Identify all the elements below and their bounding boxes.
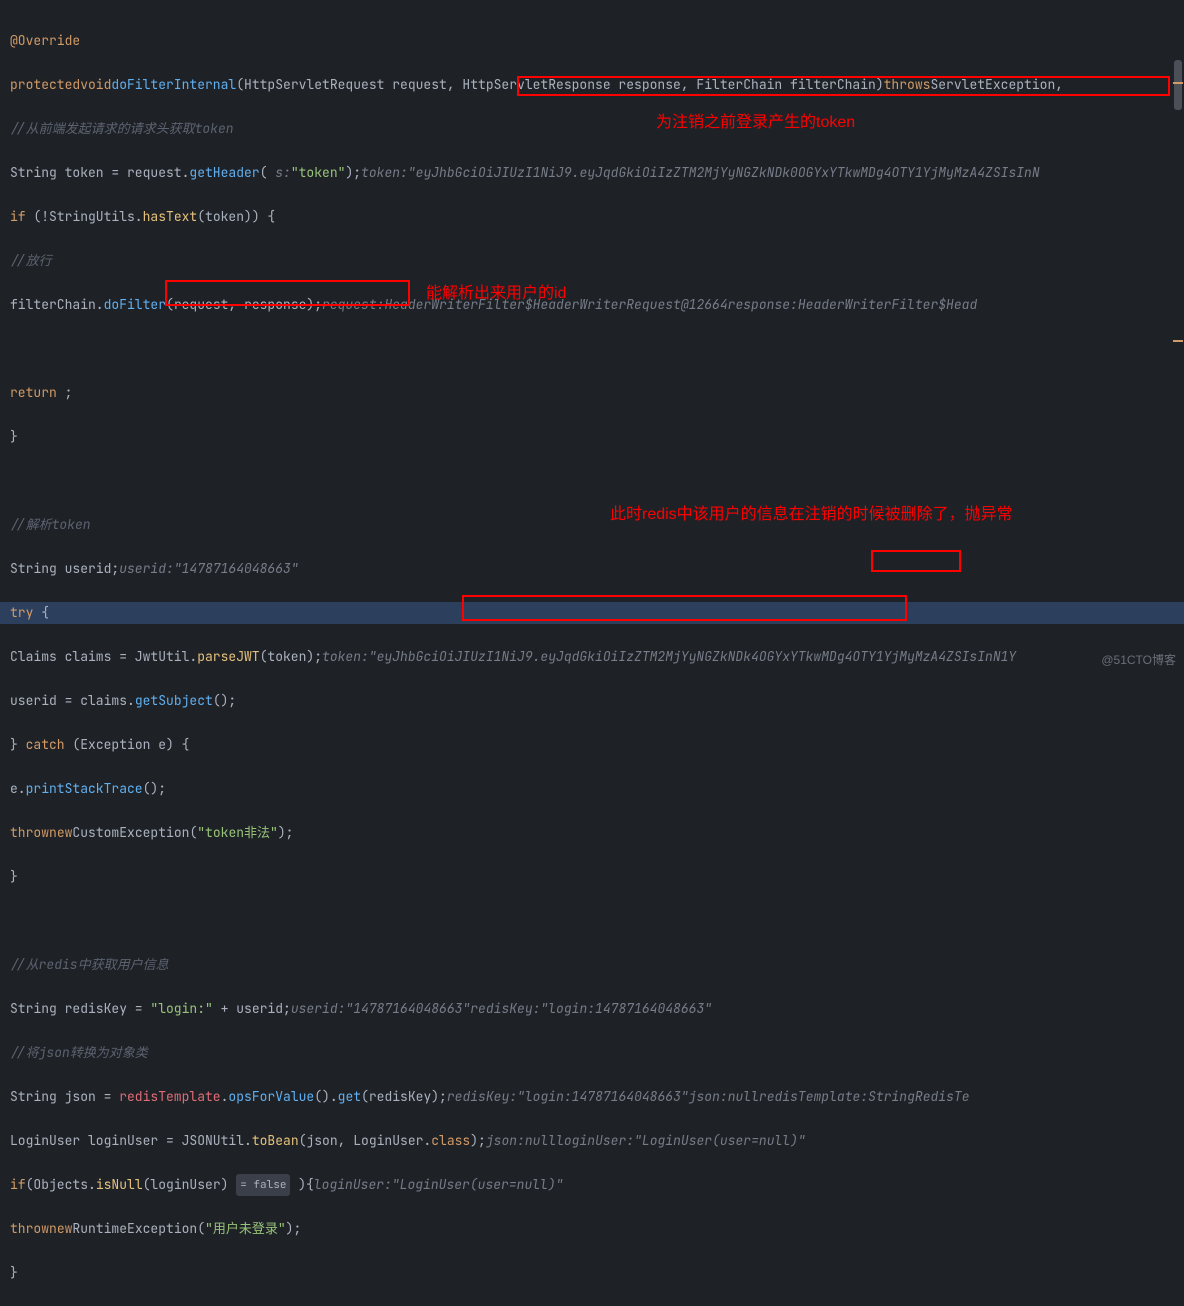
code-line: //将json转换为对象类: [10, 1042, 1184, 1064]
code-line: e.printStackTrace();: [10, 778, 1184, 800]
code-line: LoginUser loginUser = JSONUtil.toBean(js…: [10, 1130, 1184, 1152]
code-line: //解析token: [10, 514, 1184, 536]
code-line: }: [10, 1262, 1184, 1284]
code-line: String redisKey = "login:" + userid; use…: [10, 998, 1184, 1020]
code-line: [10, 338, 1184, 360]
code-line: [10, 910, 1184, 932]
code-line: }: [10, 426, 1184, 448]
code-line: String json = redisTemplate.opsForValue(…: [10, 1086, 1184, 1108]
scrollbar-thumb[interactable]: [1174, 60, 1182, 110]
code-line: return ;: [10, 382, 1184, 404]
watermark-label: @51CTO博客: [1101, 649, 1176, 671]
code-line: userid = claims.getSubject();: [10, 690, 1184, 712]
code-line: String token = request.getHeader( s: "to…: [10, 162, 1184, 184]
code-line: filterChain.doFilter(request, response);…: [10, 294, 1184, 316]
code-line: }: [10, 866, 1184, 888]
code-line: Claims claims = JwtUtil.parseJWT(token);…: [10, 646, 1184, 668]
scrollbar-gutter[interactable]: [1170, 0, 1184, 675]
code-line: //从前端发起请求的请求头获取token: [10, 118, 1184, 140]
code-line: protected void doFilterInternal(HttpServ…: [10, 74, 1184, 96]
code-line: if (!StringUtils.hasText(token)) {: [10, 206, 1184, 228]
code-editor[interactable]: @Override protected void doFilterInterna…: [0, 0, 1184, 1306]
code-line: throw new CustomException("token非法");: [10, 822, 1184, 844]
code-line: if(Objects.isNull(loginUser) = false ){ …: [10, 1174, 1184, 1196]
code-line: throw new RuntimeException("用户未登录");: [10, 1218, 1184, 1240]
code-line: } catch (Exception e) {: [10, 734, 1184, 756]
gutter-mark-warning-icon[interactable]: [1173, 82, 1183, 84]
code-line: //从redis中获取用户信息: [10, 954, 1184, 976]
code-line: String userid; userid: "14787164048663": [10, 558, 1184, 580]
code-line: //放行: [10, 250, 1184, 272]
code-line: [10, 470, 1184, 492]
code-line: @Override: [10, 30, 1184, 52]
gutter-mark-warning-icon[interactable]: [1173, 340, 1183, 342]
code-line: try {: [10, 602, 1184, 624]
inline-eval-badge: = false: [236, 1174, 290, 1196]
